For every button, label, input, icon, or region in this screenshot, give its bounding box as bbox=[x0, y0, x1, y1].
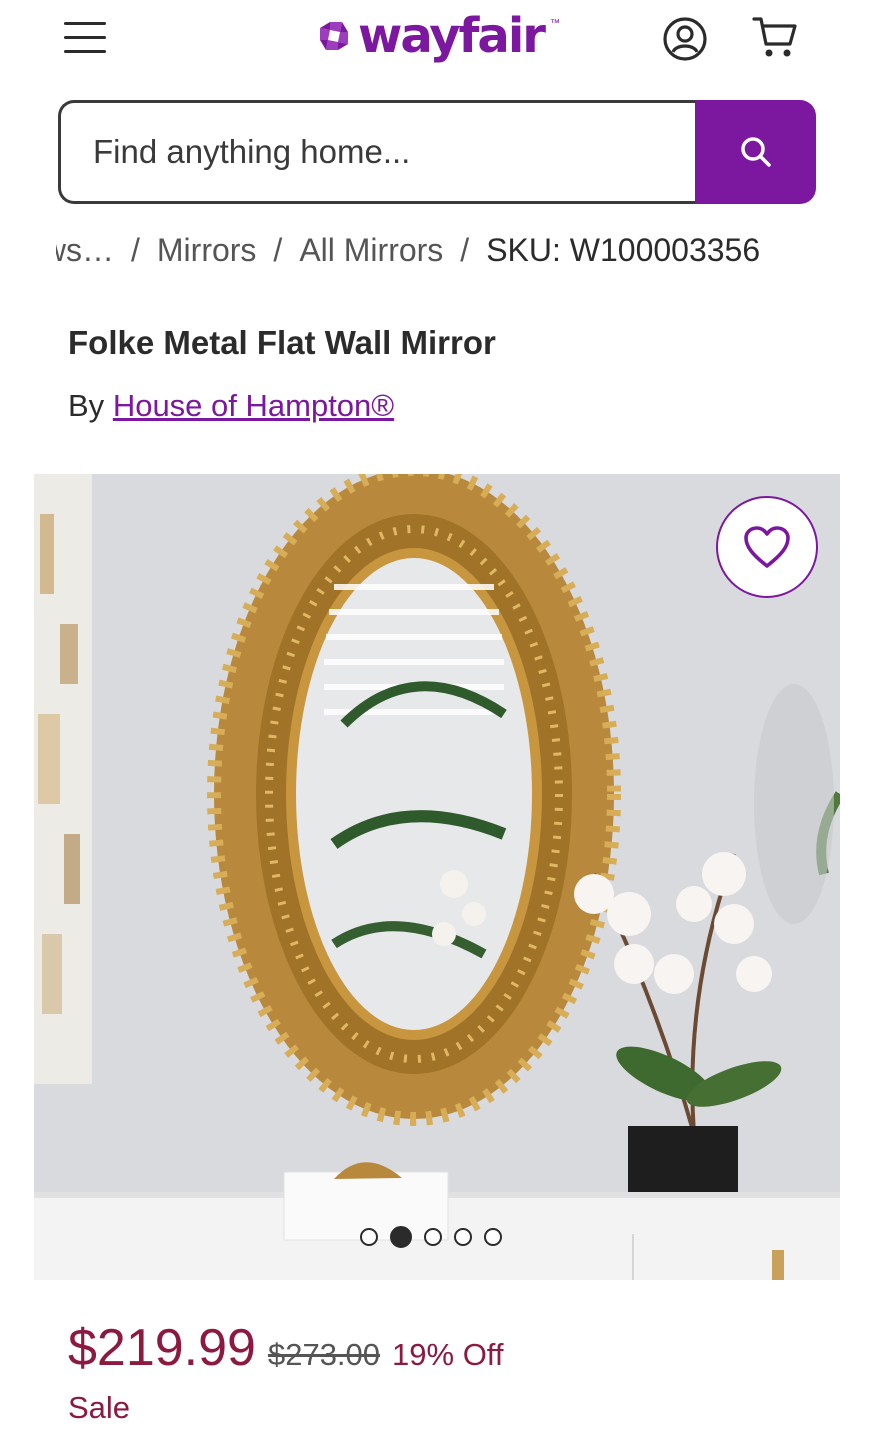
sale-price: $219.99 bbox=[68, 1319, 256, 1377]
cart-icon[interactable] bbox=[750, 14, 800, 60]
search-bar bbox=[58, 100, 816, 204]
search-icon bbox=[740, 137, 771, 167]
original-price: $273.00 bbox=[267, 1337, 381, 1372]
wayfair-pinwheel-icon bbox=[320, 22, 348, 50]
gallery-dot-3[interactable] bbox=[424, 1228, 442, 1246]
breadcrumb-separator: / bbox=[273, 231, 283, 268]
search-button[interactable] bbox=[695, 100, 816, 204]
logo-wordmark: wayfair bbox=[358, 8, 546, 64]
breadcrumb-item-clipped[interactable]: …ows bbox=[56, 232, 114, 269]
menu-icon[interactable] bbox=[62, 18, 108, 58]
discount-label: 19% Off bbox=[392, 1337, 504, 1372]
product-image bbox=[34, 474, 840, 1280]
heart-icon bbox=[744, 526, 790, 568]
product-title: Folke Metal Flat Wall Mirror bbox=[68, 324, 496, 361]
brand-link[interactable]: House of Hampton® bbox=[113, 388, 394, 423]
breadcrumb-item-all-mirrors[interactable]: All Mirrors bbox=[299, 232, 443, 269]
search-input[interactable] bbox=[58, 100, 698, 204]
breadcrumb-item-mirrors[interactable]: Mirrors bbox=[157, 232, 257, 269]
gallery-dot-2[interactable] bbox=[390, 1226, 412, 1248]
breadcrumb-current-sku: SKU: W100003356 bbox=[486, 231, 761, 268]
top-header: wayfair ™ bbox=[0, 0, 892, 80]
product-byline: By House of Hampton® bbox=[68, 388, 394, 424]
sale-badge: Sale bbox=[68, 1390, 131, 1425]
favorite-button[interactable] bbox=[716, 496, 818, 598]
gallery-dot-5[interactable] bbox=[484, 1228, 502, 1246]
gallery-dot-4[interactable] bbox=[454, 1228, 472, 1246]
breadcrumb: …ows / Mirrors / All Mirrors / SKU: W100… bbox=[56, 226, 836, 274]
breadcrumb-separator: / bbox=[131, 231, 140, 268]
price-row: $219.99 $273.00 19% Off bbox=[68, 1318, 503, 1378]
wayfair-logo[interactable]: wayfair ™ bbox=[316, 4, 560, 68]
breadcrumb-separator: / bbox=[460, 231, 470, 268]
logo-trademark: ™ bbox=[549, 18, 560, 29]
by-label: By bbox=[68, 388, 105, 423]
product-image-gallery[interactable] bbox=[34, 474, 840, 1280]
gallery-dot-1[interactable] bbox=[360, 1228, 378, 1246]
gallery-pagination bbox=[360, 1226, 502, 1248]
account-icon[interactable] bbox=[662, 16, 708, 62]
